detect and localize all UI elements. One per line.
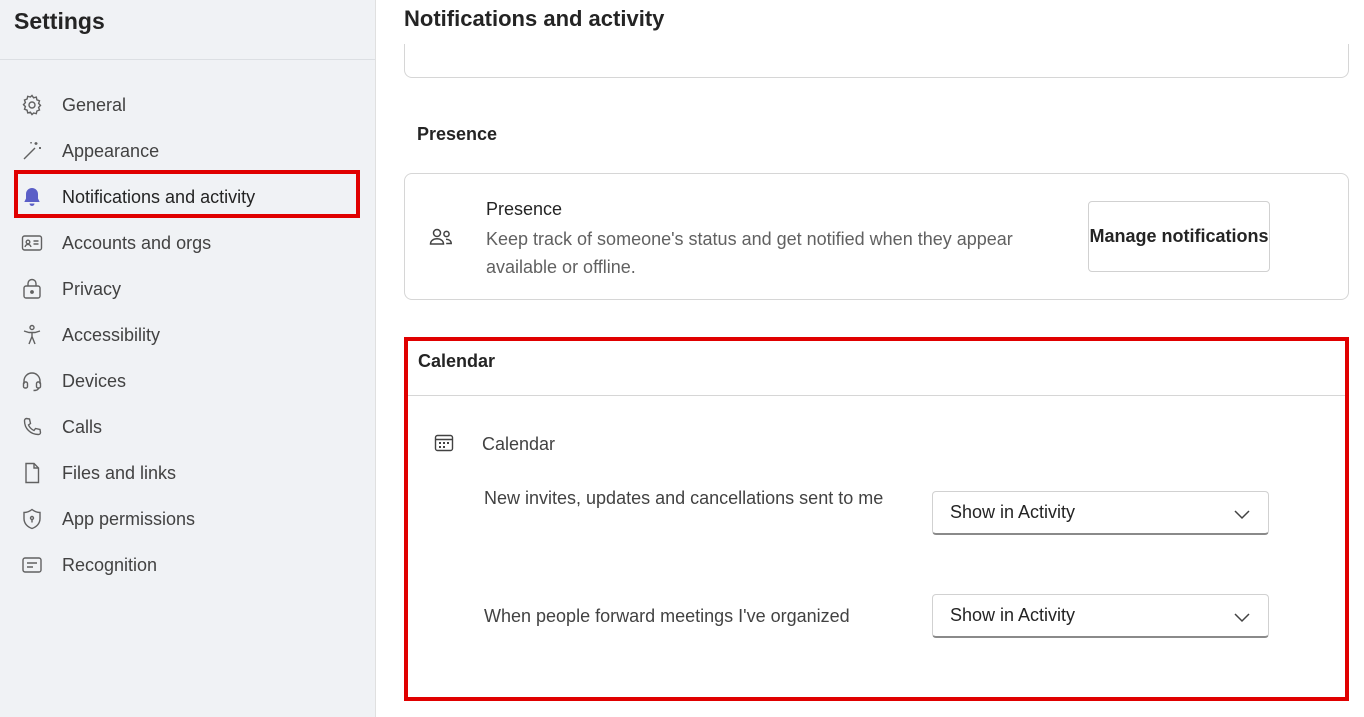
sidebar-item-label: Accessibility <box>62 324 161 345</box>
sidebar-item-label: Calls <box>62 416 103 437</box>
shield-icon <box>18 505 46 533</box>
calendar-icon <box>432 431 456 455</box>
sidebar-item-label: Privacy <box>62 278 122 299</box>
invites-dropdown[interactable]: Show in Activity <box>932 491 1269 535</box>
sidebar-item-recognition[interactable]: Recognition <box>0 542 376 588</box>
sidebar-item-label: Devices <box>62 370 127 391</box>
setting-label-forward: When people forward meetings I've organi… <box>484 606 850 626</box>
people-icon <box>427 224 455 252</box>
sidebar-item-devices[interactable]: Devices <box>0 358 376 404</box>
settings-nav: General Appearance Notifications and act… <box>0 82 376 588</box>
sidebar-item-files[interactable]: Files and links <box>0 450 376 496</box>
sidebar-title: Settings <box>14 8 105 34</box>
sidebar-item-label: Files and links <box>62 462 177 483</box>
accessibility-icon <box>18 321 46 349</box>
manage-notifications-button[interactable]: Manage notifications <box>1088 201 1270 272</box>
sidebar-item-general[interactable]: General <box>0 82 376 128</box>
chevron-down-icon <box>1232 504 1252 524</box>
calendar-section: Calendar Calendar New invites, updates a… <box>404 337 1349 701</box>
setting-label-invites: New invites, updates and cancellations s… <box>484 488 884 508</box>
sidebar-item-accounts[interactable]: Accounts and orgs <box>0 220 376 266</box>
sidebar-item-calls[interactable]: Calls <box>0 404 376 450</box>
dropdown-value: Show in Activity <box>950 502 1076 522</box>
page-title: Notifications and activity <box>404 6 665 31</box>
forward-meetings-dropdown[interactable]: Show in Activity <box>932 594 1269 638</box>
phone-icon <box>18 413 46 441</box>
sidebar-item-privacy[interactable]: Privacy <box>0 266 376 312</box>
sidebar-item-label: Appearance <box>62 140 160 161</box>
magic-wand-icon <box>18 137 46 165</box>
main-content: Notifications and activity Presence Pres… <box>376 0 1364 717</box>
chevron-down-icon <box>1232 607 1252 627</box>
presence-card-description: Keep track of someone's status and get n… <box>486 229 1013 277</box>
sidebar-item-label: Accounts and orgs <box>62 232 212 253</box>
gear-icon <box>18 91 46 119</box>
calendar-section-heading: Calendar <box>418 351 496 371</box>
presence-card: Presence Keep track of someone's status … <box>404 173 1349 300</box>
previous-settings-card <box>404 44 1349 78</box>
document-icon <box>18 459 46 487</box>
sidebar-item-appearance[interactable]: Appearance <box>0 128 376 174</box>
headset-icon <box>18 367 46 395</box>
lock-icon <box>18 275 46 303</box>
sidebar-item-app-permissions[interactable]: App permissions <box>0 496 376 542</box>
sidebar-item-label: App permissions <box>62 508 196 529</box>
presence-section-heading: Presence <box>417 124 498 144</box>
presence-card-title: Presence <box>486 199 563 219</box>
sidebar-item-label: Recognition <box>62 554 158 575</box>
highlight-box-notifications <box>14 170 360 218</box>
calendar-subheading: Calendar <box>482 434 556 454</box>
divider <box>408 395 1345 396</box>
sidebar-item-accessibility[interactable]: Accessibility <box>0 312 376 358</box>
sidebar-header: Settings <box>0 0 375 60</box>
dropdown-value: Show in Activity <box>950 605 1076 625</box>
sidebar-item-label: General <box>62 94 127 115</box>
settings-sidebar: Settings General Appearance Notification… <box>0 0 376 717</box>
id-card-icon <box>18 229 46 257</box>
badge-icon <box>18 551 46 579</box>
